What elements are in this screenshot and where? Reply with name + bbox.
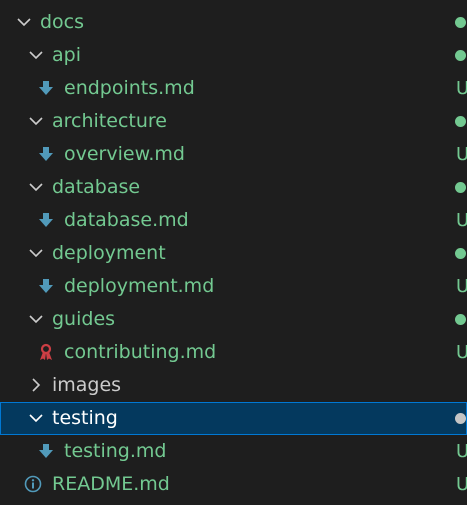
chevron-down-icon[interactable] — [29, 116, 43, 126]
tree-item-label: database — [52, 176, 141, 198]
tree-item-database[interactable]: database — [0, 171, 467, 204]
tree-item-testing[interactable]: testing — [0, 402, 467, 435]
tree-item-readme-md[interactable]: README.md U — [0, 468, 467, 501]
markdown-download-icon — [37, 211, 55, 229]
git-status-untracked: U — [456, 441, 467, 462]
markdown-download-icon — [37, 79, 55, 97]
markdown-download-icon — [37, 442, 55, 460]
git-status-untracked: U — [456, 210, 467, 231]
git-status-dot — [455, 314, 466, 325]
git-status-dot — [455, 50, 466, 61]
git-status-untracked: U — [456, 144, 467, 165]
tree-item-endpoints-md[interactable]: endpoints.md U — [0, 72, 467, 105]
git-status-dot — [455, 182, 466, 193]
chevron-down-icon[interactable] — [29, 182, 43, 192]
tree-item-label: database.md — [64, 209, 189, 231]
tree-item-architecture[interactable]: architecture — [0, 105, 467, 138]
info-icon — [24, 475, 42, 493]
chevron-down-icon[interactable] — [29, 413, 43, 423]
git-status-untracked: U — [456, 78, 467, 99]
tree-item-label: contributing.md — [64, 341, 217, 363]
tree-item-label: images — [52, 374, 122, 396]
tree-item-label: testing.md — [64, 440, 167, 462]
tree-item-label: docs — [40, 11, 85, 33]
tree-item-label: deployment.md — [64, 275, 215, 297]
markdown-download-icon — [37, 277, 55, 295]
git-status-untracked: U — [456, 276, 467, 297]
tree-item-label: guides — [52, 308, 116, 330]
tree-item-guides[interactable]: guides — [0, 303, 467, 336]
tree-item-label: README.md — [52, 473, 170, 495]
chevron-down-icon[interactable] — [29, 248, 43, 258]
chevron-down-icon[interactable] — [29, 314, 43, 324]
chevron-right-icon[interactable] — [31, 378, 41, 392]
git-status-untracked: U — [456, 474, 467, 495]
tree-item-label: testing — [52, 407, 118, 429]
tree-item-overview-md[interactable]: overview.md U — [0, 138, 467, 171]
tree-item-label: deployment — [52, 242, 166, 264]
tree-item-database-md[interactable]: database.md U — [0, 204, 467, 237]
tree-item-api[interactable]: api — [0, 39, 467, 72]
tree-item-docs[interactable]: docs — [0, 6, 467, 39]
file-explorer-tree: docs api endpoints.md U architecture ove… — [0, 6, 467, 501]
tree-item-label: endpoints.md — [64, 77, 195, 99]
tree-item-label: api — [52, 44, 81, 66]
tree-item-testing-md[interactable]: testing.md U — [0, 435, 467, 468]
chevron-down-icon[interactable] — [29, 50, 43, 60]
git-status-dot — [455, 248, 466, 259]
tree-item-deployment-md[interactable]: deployment.md U — [0, 270, 467, 303]
git-status-dot — [455, 17, 466, 28]
git-status-dot — [455, 413, 466, 424]
tree-item-label: overview.md — [64, 143, 185, 165]
tree-item-label: architecture — [52, 110, 167, 132]
tree-item-deployment[interactable]: deployment — [0, 237, 467, 270]
tree-item-images[interactable]: images — [0, 369, 467, 402]
contributing-ribbon-icon — [37, 343, 55, 361]
git-status-dot — [455, 116, 466, 127]
tree-item-contributing-md[interactable]: contributing.md U — [0, 336, 467, 369]
git-status-untracked: U — [456, 342, 467, 363]
markdown-download-icon — [37, 145, 55, 163]
chevron-down-icon[interactable] — [17, 17, 31, 27]
